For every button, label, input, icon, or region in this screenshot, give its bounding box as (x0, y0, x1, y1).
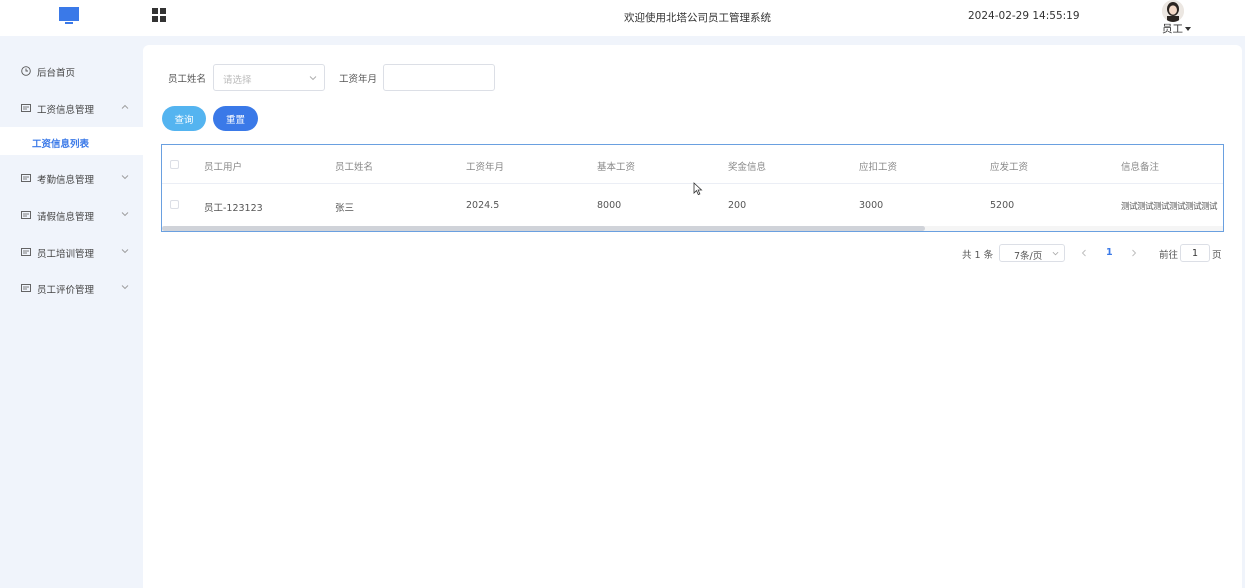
sidebar-item-label: 员工培训管理 (37, 249, 95, 260)
avatar-image (1162, 0, 1184, 22)
scrollbar-thumb[interactable] (162, 226, 925, 231)
goto-page-input[interactable]: 1 (1180, 244, 1210, 262)
user-menu[interactable]: 员工 (1162, 21, 1191, 36)
caret-down-icon (1185, 26, 1191, 31)
card-icon (21, 248, 31, 256)
table-cell: 3000 (859, 200, 884, 211)
select-all-checkbox[interactable] (170, 160, 179, 169)
column-header: 员工用户 (204, 162, 243, 173)
card-icon (21, 104, 31, 112)
column-header: 基本工资 (597, 162, 636, 173)
table-cell: 2024.5 (466, 200, 500, 211)
main-panel (143, 45, 1242, 588)
column-header: 应发工资 (990, 162, 1029, 173)
page-size-select[interactable]: 7条/页 (999, 244, 1065, 262)
column-header: 应扣工资 (859, 162, 898, 173)
mouse-cursor-icon (693, 182, 703, 196)
sidebar-item-leave[interactable]: 请假信息管理 (0, 202, 143, 228)
page-size-value: 7条/页 (1014, 251, 1043, 262)
next-page-icon[interactable] (1130, 249, 1138, 257)
chevron-down-icon (309, 76, 317, 81)
chevron-up-icon (121, 104, 129, 109)
chevron-down-icon (121, 212, 129, 217)
clock-icon (21, 66, 31, 76)
sidebar: 后台首页 工资信息管理 工资信息列表 考勤信息管理 请假信息管理 员工培训管理 … (0, 36, 143, 588)
column-header: 工资年月 (466, 162, 505, 173)
table-cell: 张三 (335, 203, 355, 214)
salary-month-input[interactable] (383, 64, 495, 91)
sidebar-item-training[interactable]: 员工培训管理 (0, 239, 143, 265)
chevron-down-icon (121, 249, 129, 254)
pagination-total: 共 1 条 (962, 250, 994, 261)
reset-button[interactable]: 重置 (213, 106, 258, 131)
sidebar-item-label: 员工评价管理 (37, 285, 95, 296)
sidebar-item-label: 后台首页 (37, 68, 76, 79)
monitor-icon[interactable] (59, 6, 79, 26)
chevron-down-icon (121, 175, 129, 180)
prev-page-icon[interactable] (1080, 249, 1088, 257)
sidebar-item-label: 考勤信息管理 (37, 175, 95, 186)
datetime-text: 2024-02-29 14:55:19 (968, 10, 1080, 22)
user-label: 员工 (1162, 23, 1183, 35)
column-header: 员工姓名 (335, 162, 374, 173)
sidebar-subitem-salary-list[interactable]: 工资信息列表 (0, 127, 143, 155)
card-icon (21, 284, 31, 292)
salary-month-label: 工资年月 (339, 74, 378, 85)
card-icon (21, 211, 31, 219)
sidebar-subitem-label: 工资信息列表 (32, 139, 90, 150)
goto-label: 前往 (1159, 250, 1179, 261)
column-header: 信息备注 (1121, 162, 1160, 173)
sidebar-item-label: 请假信息管理 (37, 212, 95, 223)
table-cell: 员工-123123 (204, 203, 263, 214)
table-cell: 200 (728, 200, 747, 211)
chevron-down-icon (121, 285, 129, 290)
employee-name-label: 员工姓名 (168, 74, 207, 85)
avatar[interactable] (1162, 0, 1184, 22)
select-placeholder: 请选择 (223, 75, 252, 86)
sidebar-item-salary[interactable]: 工资信息管理 (0, 95, 143, 121)
grid-icon[interactable] (152, 8, 166, 22)
top-bar: 欢迎使用北塔公司员工管理系统 2024-02-29 14:55:19 员工 (0, 0, 1245, 36)
welcome-text: 欢迎使用北塔公司员工管理系统 (624, 12, 771, 24)
table-cell: 8000 (597, 200, 622, 211)
query-button[interactable]: 查询 (162, 106, 206, 131)
column-header: 奖金信息 (728, 162, 767, 173)
employee-name-select[interactable]: 请选择 (213, 64, 325, 91)
sidebar-item-label: 工资信息管理 (37, 105, 95, 116)
table-cell: 测试测试测试测试测试测试 (1121, 202, 1218, 212)
page-suffix: 页 (1212, 250, 1222, 261)
card-icon (21, 174, 31, 182)
row-checkbox[interactable] (170, 200, 179, 209)
table-cell: 5200 (990, 200, 1015, 211)
sidebar-item-attendance[interactable]: 考勤信息管理 (0, 165, 143, 191)
sidebar-item-evaluation[interactable]: 员工评价管理 (0, 275, 143, 301)
current-page[interactable]: 1 (1106, 247, 1113, 265)
sidebar-item-home[interactable]: 后台首页 (0, 58, 143, 84)
chevron-down-icon (1052, 251, 1059, 256)
